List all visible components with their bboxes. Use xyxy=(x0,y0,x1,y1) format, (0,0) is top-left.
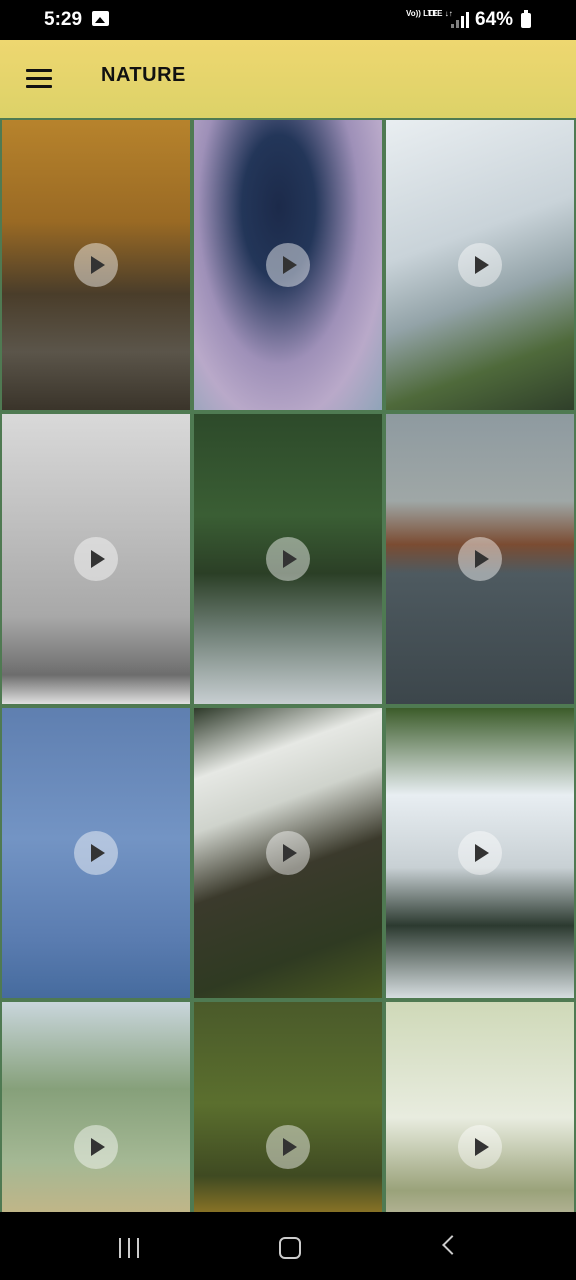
video-thumbnail-sea-anemone[interactable] xyxy=(194,120,382,410)
video-thumbnail-rocky-seashore[interactable] xyxy=(386,414,574,704)
video-thumbnail-white-flower-bokeh[interactable] xyxy=(194,708,382,998)
battery-percentage: 64% xyxy=(475,9,514,30)
recents-icon[interactable] xyxy=(119,1238,141,1258)
video-thumbnail-autumn-forest-stream[interactable] xyxy=(2,120,190,410)
play-icon[interactable] xyxy=(74,1125,118,1169)
play-icon[interactable] xyxy=(266,831,310,875)
video-thumbnail-misty-waterfall-cliff[interactable] xyxy=(386,120,574,410)
play-icon[interactable] xyxy=(74,831,118,875)
gallery-notification-icon xyxy=(92,11,109,26)
video-thumbnail-wildflowers-by-lake[interactable] xyxy=(2,1002,190,1212)
video-thumbnail-mountain-stream-rapids[interactable] xyxy=(386,708,574,998)
lte-indicator: LTE ↓↑ xyxy=(428,9,453,18)
page-title: NATURE xyxy=(101,64,186,86)
hamburger-menu-icon[interactable] xyxy=(22,62,58,98)
play-icon[interactable] xyxy=(74,243,118,287)
play-icon[interactable] xyxy=(266,243,310,287)
video-thumbnail-yellow-flowers-greenery[interactable] xyxy=(194,1002,382,1212)
play-icon[interactable] xyxy=(266,537,310,581)
video-thumbnail-cherry-blossom-moon[interactable] xyxy=(2,708,190,998)
play-icon[interactable] xyxy=(266,1125,310,1169)
home-icon[interactable] xyxy=(279,1237,301,1259)
status-bar: 5:29 Vo)) LTE LTE ↓↑ 64% xyxy=(0,0,576,40)
play-icon[interactable] xyxy=(74,537,118,581)
status-time: 5:29 xyxy=(44,9,83,30)
back-icon[interactable] xyxy=(442,1235,462,1255)
play-icon[interactable] xyxy=(458,1125,502,1169)
play-icon[interactable] xyxy=(458,537,502,581)
video-grid xyxy=(0,118,576,1212)
battery-icon xyxy=(521,10,531,28)
video-thumbnail-snowy-forest-road[interactable] xyxy=(2,414,190,704)
play-icon[interactable] xyxy=(458,243,502,287)
video-thumbnail-fern-waterfall[interactable] xyxy=(194,414,382,704)
app-bar: NATURE xyxy=(0,40,576,118)
video-thumbnail-daisy-field-chick[interactable] xyxy=(386,1002,574,1212)
system-navigation-bar xyxy=(0,1212,576,1280)
signal-strength-icon xyxy=(451,12,469,28)
play-icon[interactable] xyxy=(458,831,502,875)
